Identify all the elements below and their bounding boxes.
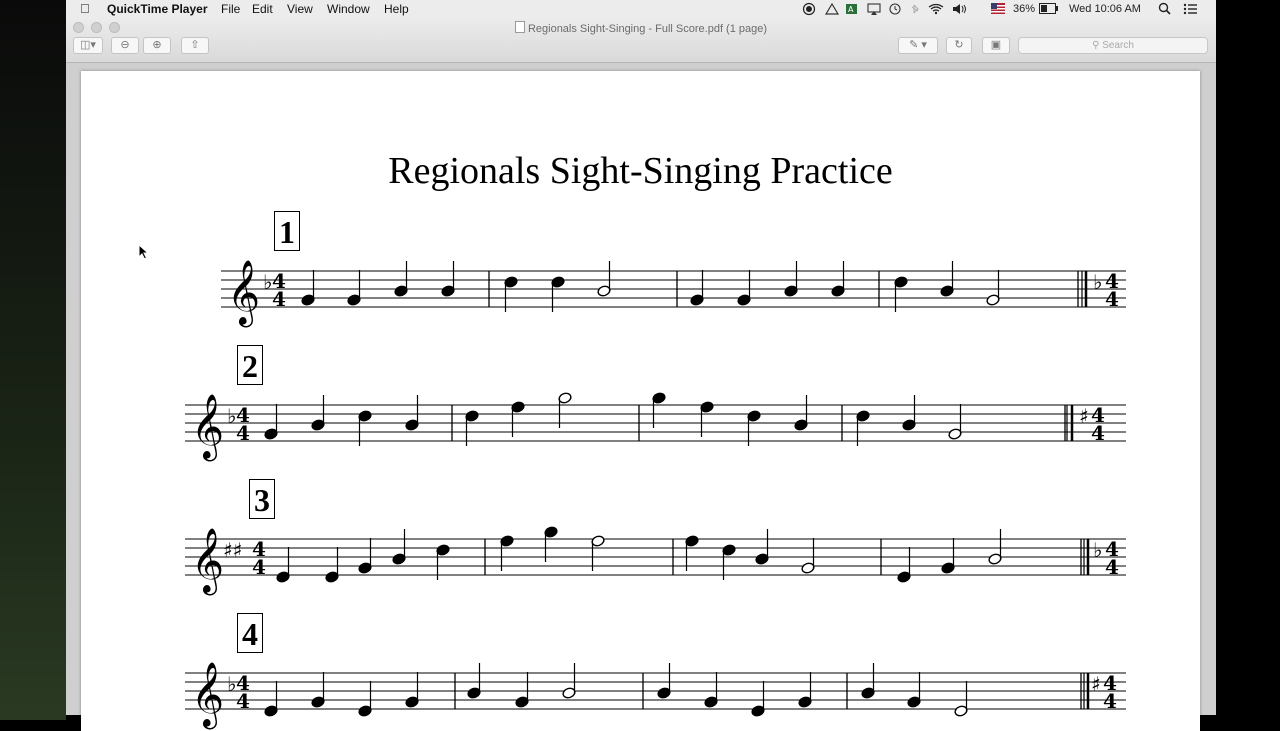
search-placeholder: Search: [1102, 40, 1134, 51]
airplay-icon[interactable]: [867, 3, 881, 15]
treble-clef: 𝄞: [191, 528, 224, 595]
clock[interactable]: Wed 10:06 AM: [1069, 2, 1141, 16]
menu-help[interactable]: Help: [384, 2, 409, 16]
volume-icon[interactable]: [953, 4, 966, 14]
menu-view[interactable]: View: [287, 2, 313, 16]
next-key-signature: ♯: [1091, 672, 1101, 696]
treble-clef: 𝄞: [191, 394, 224, 461]
desktop-left: [0, 0, 66, 720]
key-signature: ♯♯: [223, 538, 242, 562]
us-flag-icon[interactable]: [991, 3, 1005, 14]
window-title: Regionals Sight-Singing - Full Score.pdf…: [66, 21, 1216, 35]
markup-pen-icon[interactable]: ✎ ▾: [898, 37, 938, 54]
window-title-text: Regionals Sight-Singing - Full Score.pdf…: [527, 23, 768, 35]
record-icon[interactable]: [802, 2, 816, 16]
share-icon[interactable]: ⇧: [181, 37, 209, 54]
menu-file[interactable]: File: [221, 2, 240, 16]
rotate-icon[interactable]: ↻: [946, 37, 972, 54]
sync-icon[interactable]: A: [846, 4, 857, 14]
treble-clef: 𝄞: [227, 260, 260, 327]
time-machine-icon[interactable]: [889, 3, 901, 15]
toolbox-icon[interactable]: ▣: [982, 37, 1010, 54]
wifi-icon[interactable]: [928, 3, 944, 15]
music-score: 𝄞 ♭ 44♭ 44𝄞 ♭ 44♯ 44𝄞♯♯ 44♭ 44𝄞 ♭ 44♯ 44: [185, 260, 1126, 729]
time-signature: 4: [252, 555, 266, 579]
svg-text:A: A: [848, 5, 854, 14]
menu-edit[interactable]: Edit: [252, 2, 273, 16]
desktop-right: [1216, 0, 1280, 720]
pdf-file-icon: [514, 21, 525, 33]
next-time-signature: 4: [1105, 287, 1119, 311]
time-signature: 4: [236, 689, 250, 713]
title-bar: Regionals Sight-Singing - Full Score.pdf…: [66, 18, 1216, 63]
menu-bar:  QuickTime Player File Edit View Window…: [66, 0, 1216, 19]
treble-clef: 𝄞: [191, 662, 224, 729]
menu-window[interactable]: Window: [327, 2, 370, 16]
time-signature: 4: [236, 421, 250, 445]
battery-icon[interactable]: [1039, 3, 1059, 14]
mouse-cursor: [138, 244, 150, 260]
time-signature: 4: [272, 287, 286, 311]
drive-icon[interactable]: [824, 2, 840, 15]
search-field[interactable]: ⚲ Search: [1018, 37, 1208, 54]
app-menu[interactable]: QuickTime Player: [107, 2, 208, 16]
pdf-page: Regionals Sight-Singing Practice 1 2 3 4…: [81, 71, 1200, 731]
apple-menu-icon[interactable]: : [80, 1, 90, 16]
notification-center-icon[interactable]: [1183, 3, 1197, 15]
preview-window: Regionals Sight-Singing - Full Score.pdf…: [66, 18, 1216, 731]
zoom-out-icon[interactable]: ⊖: [111, 37, 139, 54]
next-time-signature: 4: [1091, 421, 1105, 445]
staff-notation: 𝄞 ♭ 44♭ 44𝄞 ♭ 44♯ 44𝄞♯♯ 44♭ 44𝄞 ♭ 44♯ 44: [185, 260, 1126, 729]
bluetooth-icon[interactable]: [911, 4, 919, 14]
zoom-in-icon[interactable]: ⊕: [143, 37, 171, 54]
sidebar-toggle-button[interactable]: ◫▾: [73, 37, 103, 54]
document-view[interactable]: Regionals Sight-Singing Practice 1 2 3 4…: [66, 63, 1216, 731]
next-time-signature: 4: [1105, 555, 1119, 579]
next-key-signature: ♯: [1079, 404, 1089, 428]
next-key-signature: ♭: [1093, 538, 1102, 562]
next-time-signature: 4: [1103, 689, 1117, 713]
status-icons: A: [802, 2, 966, 16]
battery-percent: 36%: [1013, 3, 1036, 15]
spotlight-icon[interactable]: [1158, 2, 1172, 16]
next-key-signature: ♭: [1093, 270, 1102, 294]
